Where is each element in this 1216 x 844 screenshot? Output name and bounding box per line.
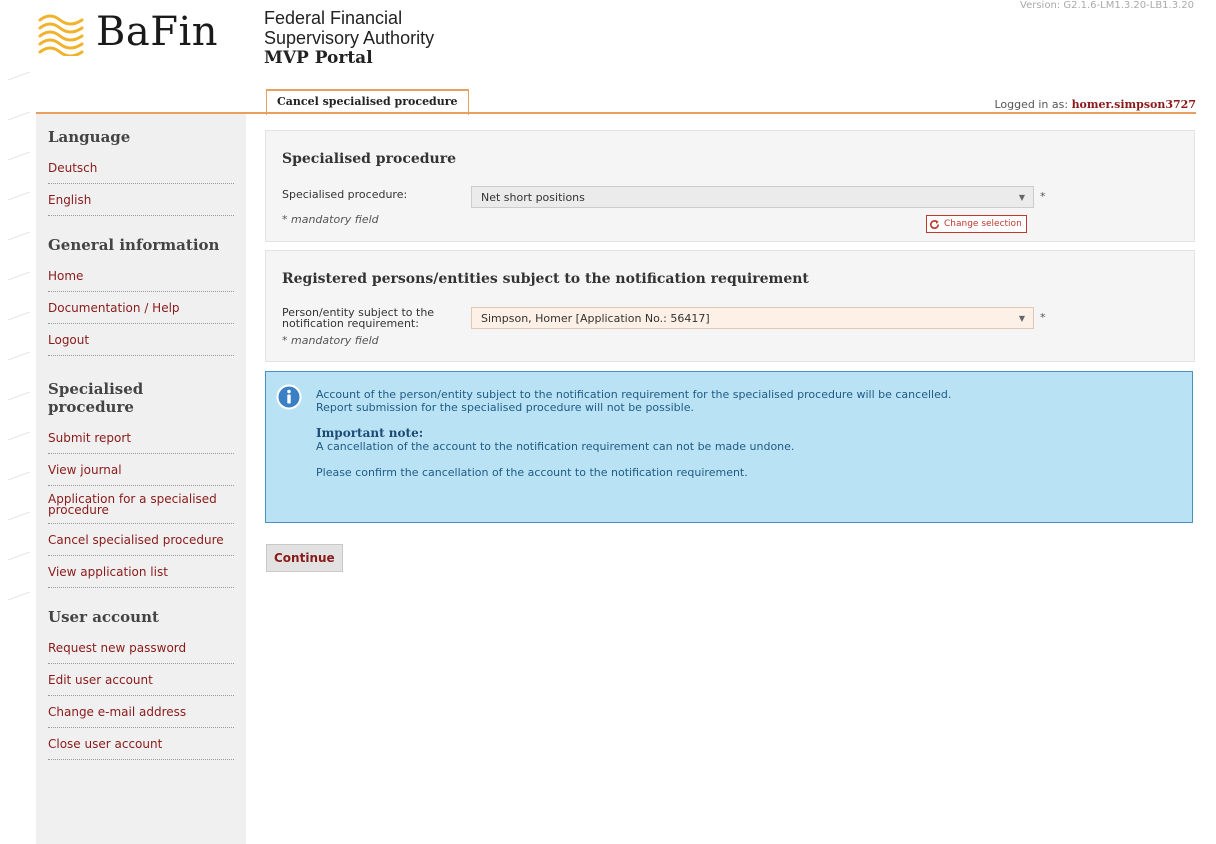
info-icon	[276, 384, 302, 410]
person-entity-label-line-2: notification requirement:	[282, 317, 419, 330]
authority-line-1: Federal Financial	[264, 8, 403, 28]
chevron-down-icon: ▼	[1018, 314, 1025, 323]
sidebar-heading-general: General information	[48, 236, 220, 254]
authority-title: Federal Financial Supervisory Authority …	[264, 8, 434, 68]
required-asterisk: *	[1040, 190, 1046, 203]
sidebar-heading-specialised: Specialised procedure	[48, 380, 144, 416]
version-label: Version: G2.1.6-LM1.3.20-LB1.3.20	[1020, 0, 1194, 11]
panel-title-registered: Registered persons/entities subject to t…	[282, 271, 809, 287]
panel-title-specialised: Specialised procedure	[282, 151, 456, 167]
sidebar-section-user-account: User account Request new password Edit u…	[36, 588, 246, 760]
sidebar-item-cancel-procedure[interactable]: Cancel specialised procedure	[48, 524, 234, 556]
sidebar-item-request-password[interactable]: Request new password	[48, 632, 234, 664]
important-note-heading: Important note:	[316, 426, 424, 440]
person-entity-select[interactable]: Simpson, Homer [Application No.: 56417] …	[471, 307, 1034, 329]
mandatory-field-note: * mandatory field	[282, 213, 379, 226]
important-note-text: A cancellation of the account to the not…	[316, 440, 795, 453]
sidebar-section-specialised: Specialised procedure Submit report View…	[36, 356, 246, 588]
chevron-down-icon: ▼	[1018, 193, 1025, 202]
sidebar-item-deutsch[interactable]: Deutsch	[48, 152, 234, 184]
sidebar-item-logout[interactable]: Logout	[48, 324, 234, 356]
change-selection-label: Change selection	[944, 219, 1022, 229]
portal-name: MVP Portal	[264, 48, 373, 68]
logged-in-user: homer.simpson3727	[1071, 98, 1196, 111]
sidebar-item-application-list[interactable]: View application list	[48, 556, 234, 588]
sidebar-item-close-account[interactable]: Close user account	[48, 728, 234, 760]
logged-in-status: Logged in as: homer.simpson3727	[994, 98, 1196, 111]
specialised-procedure-label: Specialised procedure:	[282, 188, 408, 201]
sidebar-item-submit-report[interactable]: Submit report	[48, 422, 234, 454]
logged-in-label: Logged in as:	[994, 98, 1069, 111]
info-line-1: Account of the person/entity subject to …	[316, 388, 952, 401]
continue-button[interactable]: Continue	[266, 544, 343, 572]
sidebar-item-edit-account[interactable]: Edit user account	[48, 664, 234, 696]
sidebar-item-documentation[interactable]: Documentation / Help	[48, 292, 234, 324]
change-selection-button[interactable]: Change selection	[926, 215, 1027, 233]
specialised-procedure-select[interactable]: Net short positions ▼	[471, 186, 1034, 208]
specialised-procedure-panel: Specialised procedure Specialised proced…	[265, 130, 1195, 242]
sidebar-heading-language: Language	[48, 128, 131, 146]
info-message-box: Account of the person/entity subject to …	[265, 371, 1193, 523]
sidebar-item-application[interactable]: Application for a specialised procedure	[48, 486, 234, 524]
registered-persons-panel: Registered persons/entities subject to t…	[265, 250, 1195, 362]
sidebar-section-language: Language Deutsch English	[36, 114, 246, 216]
mandatory-field-note: * mandatory field	[282, 334, 379, 347]
refresh-icon	[930, 219, 939, 229]
sidebar-item-home[interactable]: Home	[48, 260, 234, 292]
required-asterisk: *	[1040, 311, 1046, 324]
bafin-logo[interactable]: BaFin	[36, 8, 218, 56]
authority-line-2: Supervisory Authority	[264, 28, 435, 48]
logo-text: BaFin	[96, 9, 219, 55]
sidebar-item-change-email[interactable]: Change e-mail address	[48, 696, 234, 728]
sidebar-item-english[interactable]: English	[48, 184, 234, 216]
sidebar: Language Deutsch English General informa…	[36, 114, 246, 844]
person-entity-value: Simpson, Homer [Application No.: 56417]	[481, 312, 710, 325]
specialised-procedure-value: Net short positions	[481, 191, 585, 204]
person-entity-label: Person/entity subject to the notificatio…	[282, 307, 434, 329]
confirm-text: Please confirm the cancellation of the a…	[316, 466, 748, 479]
decorative-stripes	[7, 71, 31, 601]
sidebar-item-view-journal[interactable]: View journal	[48, 454, 234, 486]
sidebar-heading-user-account: User account	[48, 608, 159, 626]
info-message-body: Account of the person/entity subject to …	[316, 388, 951, 479]
info-line-2: Report submission for the specialised pr…	[316, 401, 694, 414]
sidebar-section-general: General information Home Documentation /…	[36, 216, 246, 356]
bafin-waves-icon	[38, 14, 84, 56]
